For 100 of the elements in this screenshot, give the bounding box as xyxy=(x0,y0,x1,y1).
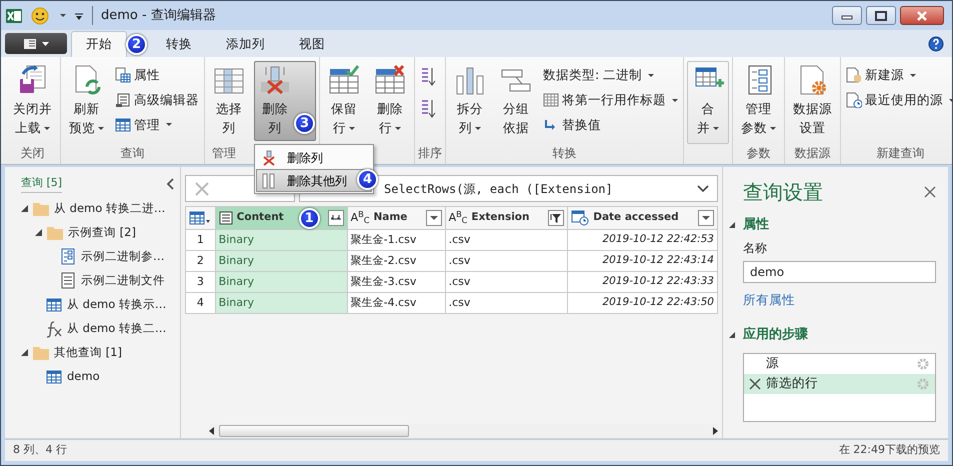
column-header[interactable]: Content 1 xyxy=(215,206,348,230)
collapse-icon[interactable] xyxy=(166,178,176,190)
remove-rows-icon xyxy=(374,64,406,96)
tree-item[interactable]: 从 demo 转换二… xyxy=(21,316,176,340)
column-header[interactable]: Date accessed xyxy=(568,206,718,230)
table-cell: .csv xyxy=(445,230,568,250)
ribbon-tab[interactable]: 视图 xyxy=(284,31,340,57)
caret-icon xyxy=(98,126,104,130)
row-number: 3 xyxy=(186,272,216,292)
ribbon-tab[interactable]: 添加列 xyxy=(211,31,280,57)
ribbon-button[interactable]: 数据源 设置 xyxy=(788,61,837,140)
ribbon-button[interactable]: 关闭并 上载 xyxy=(8,61,57,140)
smiley-icon[interactable] xyxy=(31,6,49,24)
caret-icon xyxy=(949,98,953,102)
ribbon-button[interactable]: 属性 xyxy=(113,65,201,86)
name-field[interactable]: demo xyxy=(743,260,936,282)
table-cell: .csv xyxy=(445,272,568,292)
help-icon[interactable] xyxy=(928,36,944,52)
dropdown-icon xyxy=(428,215,439,221)
caret-icon xyxy=(42,42,49,46)
ribbon-button[interactable]: 合 并 xyxy=(687,61,729,144)
tree-item[interactable]: 从 demo 转换二进… xyxy=(21,196,176,220)
expand-toggle-icon[interactable] xyxy=(35,229,42,236)
excel-icon[interactable] xyxy=(5,6,23,24)
scrollbar-thumb[interactable] xyxy=(219,425,409,437)
sort-ascending-icon[interactable] xyxy=(420,66,436,88)
scroll-left-icon[interactable] xyxy=(209,427,215,435)
ribbon-button[interactable]: 分组 依据 xyxy=(495,61,537,140)
ribbon-tab[interactable]: 开始 xyxy=(71,31,127,57)
properties-link[interactable]: 所有属性 xyxy=(743,290,795,310)
caret-icon xyxy=(60,14,66,17)
column-header[interactable]: A$^{B}$$_{C}$ Name xyxy=(347,206,446,230)
expand-button[interactable] xyxy=(328,210,344,226)
tree-item[interactable]: 其他查询 [1] xyxy=(21,340,176,364)
table-menu-icon[interactable] xyxy=(189,211,211,225)
step-item[interactable]: 筛选的行 xyxy=(744,374,935,394)
file-menu-button[interactable] xyxy=(5,33,67,54)
ribbon-button[interactable]: 最近使用的源 xyxy=(844,90,953,110)
ribbon-tab[interactable]: 转换 xyxy=(151,31,207,57)
parameter-icon xyxy=(59,248,77,266)
ribbon-button[interactable]: 保留 行 xyxy=(323,61,365,140)
calendar-clock-icon[interactable] xyxy=(571,210,590,226)
tree-item[interactable]: 示例二进制文件 xyxy=(21,268,176,292)
close-button[interactable] xyxy=(900,6,944,25)
formula-text[interactable]: SelectRows(源, each ([Extension] xyxy=(384,180,613,198)
expand-toggle-icon[interactable] xyxy=(729,332,735,338)
ribbon-button[interactable]: 管理 xyxy=(113,114,201,136)
expand-toggle-icon[interactable] xyxy=(21,349,28,356)
table-cell: 聚生金-2.csv xyxy=(347,250,446,272)
ribbon-button[interactable]: 高级编辑器 xyxy=(113,90,201,110)
ribbon-button[interactable]: 刷新 预览 xyxy=(64,61,109,140)
ribbon-button[interactable]: 选择 列 xyxy=(208,61,250,140)
ribbon-button[interactable]: 替换值 xyxy=(541,114,680,136)
sort-descending-icon[interactable] xyxy=(420,98,436,120)
row-number: 1 xyxy=(186,230,216,250)
scroll-right-icon[interactable] xyxy=(712,427,718,435)
ribbon-button[interactable]: 拆分 列 xyxy=(449,61,491,140)
table-cell: .csv xyxy=(445,250,568,272)
caret-icon xyxy=(910,74,916,77)
tree-item[interactable]: demo xyxy=(21,364,176,388)
menu-item[interactable]: 删除列 xyxy=(256,146,372,169)
group-label: 新建查询 xyxy=(876,146,924,160)
number-badge: 2 xyxy=(126,34,147,55)
maximize-button[interactable] xyxy=(866,6,896,25)
caret-icon xyxy=(475,126,481,130)
tree-item[interactable]: 示例查询 [2] xyxy=(21,220,176,244)
table-cell: Binary xyxy=(215,272,348,292)
expand-toggle-icon[interactable] xyxy=(729,222,735,228)
close-icon[interactable] xyxy=(924,186,936,198)
filter-button[interactable] xyxy=(698,210,714,226)
header-row-icon xyxy=(543,92,559,108)
table-cell: 聚生金-3.csv xyxy=(347,272,446,292)
group-label: 参数 xyxy=(746,146,770,160)
table-cell: 聚生金-1.csv xyxy=(347,230,446,250)
ribbon-button[interactable]: 新建源 xyxy=(844,65,953,86)
filter-button[interactable] xyxy=(548,210,564,226)
ribbon-button[interactable]: 将第一行用作标题 xyxy=(541,90,680,110)
delete-icon[interactable] xyxy=(748,378,762,390)
step-item[interactable]: 源 xyxy=(744,354,935,374)
table-cell: .csv xyxy=(445,292,568,314)
panel-title: 查询设置 xyxy=(743,179,823,206)
table-icon xyxy=(45,368,63,386)
ribbon-button[interactable]: 管理 参数 xyxy=(736,61,781,140)
ribbon-button[interactable]: 数据类型: 二进制 xyxy=(541,65,680,86)
table-cell: Binary xyxy=(215,292,348,314)
column-header[interactable]: A$^{B}$$_{C}$ Extension xyxy=(445,206,568,230)
dropdown-icon xyxy=(701,215,711,221)
tree-item[interactable]: 从 demo 转换示… xyxy=(21,292,176,316)
filter-button[interactable] xyxy=(426,210,442,226)
ribbon-button[interactable]: 删除 行 xyxy=(369,61,411,140)
minimize-button[interactable] xyxy=(832,6,862,25)
expand-toggle-icon[interactable] xyxy=(21,205,28,212)
table-cell: 2019-10-12 22:43:33 xyxy=(568,272,718,292)
expand-icon xyxy=(330,213,342,223)
group-label: 转换 xyxy=(552,146,576,160)
filter-icon xyxy=(550,212,562,224)
table-cell: 2019-10-12 22:43:50 xyxy=(568,292,718,314)
tree-item[interactable]: 示例二进制参… xyxy=(21,244,176,268)
group-label: 数据源 xyxy=(794,146,830,160)
list-type-icon[interactable] xyxy=(218,211,233,225)
